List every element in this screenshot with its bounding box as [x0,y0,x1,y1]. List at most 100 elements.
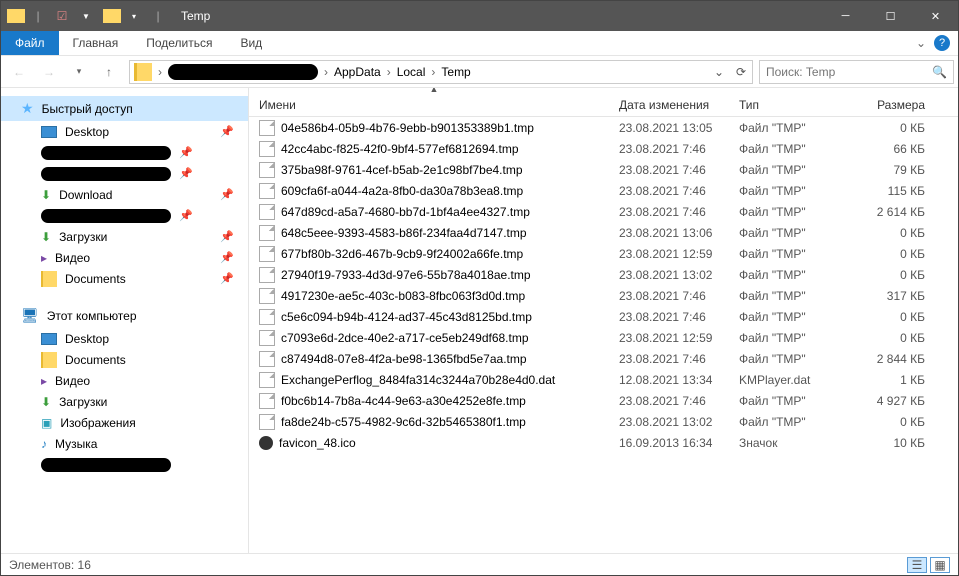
nav-item[interactable]: 📌 [1,163,248,184]
breadcrumb[interactable]: Temp [437,65,474,79]
file-row[interactable]: favicon_48.ico16.09.2013 16:34Значок10 К… [249,432,958,453]
nav-item[interactable]: ▸Видео [1,370,248,391]
close-button[interactable]: ✕ [913,1,958,31]
qat-dropdown[interactable]: ▼ [75,5,97,27]
address-dropdown-icon[interactable]: ⌄ [708,61,730,83]
home-tab[interactable]: Главная [59,31,133,55]
file-type: Значок [739,436,849,450]
nav-item[interactable]: ▣Изображения [1,412,248,433]
breadcrumb[interactable]: Local [393,65,430,79]
column-date[interactable]: Дата изменения [619,98,739,112]
ribbon-expand-icon[interactable]: ⌄ [916,36,926,50]
file-name: 648c5eee-9393-4583-b86f-234faa4d7147.tmp [281,226,527,240]
view-tab[interactable]: Вид [226,31,276,55]
quick-access-header[interactable]: ★ Быстрый доступ [1,96,248,121]
qat-separator: | [27,5,49,27]
file-row[interactable]: 4917230e-ae5c-403c-b083-8fbc063f3d0d.tmp… [249,285,958,306]
file-size: 0 КБ [849,331,939,345]
file-size: 4 927 КБ [849,394,939,408]
folder-icon[interactable] [7,9,25,23]
file-date: 23.08.2021 7:46 [619,289,739,303]
file-row[interactable]: 677bf80b-32d6-467b-9cb9-9f24002a66fe.tmp… [249,243,958,264]
file-name: 677bf80b-32d6-467b-9cb9-9f24002a66fe.tmp [281,247,523,261]
chevron-right-icon[interactable]: › [385,65,393,79]
file-row[interactable]: 375ba98f-9761-4cef-b5ab-2e1c98bf7be4.tmp… [249,159,958,180]
thumbnails-view-button[interactable]: ▦ [930,557,950,573]
chevron-right-icon[interactable]: › [429,65,437,79]
chevron-right-icon[interactable]: › [322,65,330,79]
ribbon-tabs: Файл Главная Поделиться Вид ⌄ ? [1,31,958,56]
file-type: Файл "TMP" [739,226,849,240]
pin-icon: 📌 [220,230,234,243]
nav-item[interactable]: ♪Музыка [1,433,248,454]
file-icon [259,162,275,178]
file-row[interactable]: c87494d8-07e8-4f2a-be98-1365fbd5e7aa.tmp… [249,348,958,369]
nav-item[interactable]: ⬇Download📌 [1,184,248,205]
column-size[interactable]: Размера [849,98,939,112]
file-row[interactable]: 27940f19-7933-4d3d-97e6-55b78a4018ae.tmp… [249,264,958,285]
chevron-right-icon[interactable]: › [156,65,164,79]
file-date: 23.08.2021 13:05 [619,121,739,135]
forward-button[interactable]: → [35,60,63,84]
pin-icon: 📌 [220,125,234,138]
file-row[interactable]: ExchangePerflog_8484fa314c3244a70b28e4d0… [249,369,958,390]
help-icon[interactable]: ? [934,35,950,51]
nav-item[interactable]: Documents [1,349,248,370]
nav-item[interactable] [1,454,248,475]
file-tab[interactable]: Файл [1,31,59,55]
quick-access-toolbar: | ☑ ▼ ▾ | [1,5,175,27]
nav-item[interactable]: 📌 [1,142,248,163]
file-row[interactable]: 42cc4abc-f825-42f0-9bf4-577ef6812694.tmp… [249,138,958,159]
maximize-button[interactable]: ☐ [868,1,913,31]
address-bar[interactable]: › › AppData › Local › Temp ⌄ ⟳ [129,60,753,84]
pin-icon: 📌 [179,146,193,159]
file-icon [259,288,275,304]
details-view-button[interactable]: ☰ [907,557,927,573]
back-button[interactable]: ← [5,60,33,84]
thispc-header[interactable]: 🖥 Этот компьютер [1,303,248,328]
file-name: 4917230e-ae5c-403c-b083-8fbc063f3d0d.tmp [281,289,525,303]
nav-item[interactable]: Documents📌 [1,268,248,289]
file-row[interactable]: fa8de24b-c575-4982-9c6d-32b5465380f1.tmp… [249,411,958,432]
share-tab[interactable]: Поделиться [132,31,226,55]
recent-dropdown[interactable]: ▾ [65,60,93,84]
minimize-button[interactable]: ─ [823,1,868,31]
qat-dropdown2[interactable]: ▾ [123,5,145,27]
nav-item-label: Загрузки [59,395,240,409]
file-row[interactable]: f0bc6b14-7b8a-4c44-9e63-a30e4252e8fe.tmp… [249,390,958,411]
file-row[interactable]: 04e586b4-05b9-4b76-9ebb-b901353389b1.tmp… [249,117,958,138]
search-input[interactable] [766,65,932,79]
file-row[interactable]: 648c5eee-9393-4583-b86f-234faa4d7147.tmp… [249,222,958,243]
nav-item[interactable]: ⬇Загрузки📌 [1,226,248,247]
redacted-path [168,64,318,80]
file-row[interactable]: c7093e6d-2dce-40e2-a717-ce5eb249df68.tmp… [249,327,958,348]
nav-item[interactable]: Desktop📌 [1,121,248,142]
properties-icon[interactable]: ☑ [51,5,73,27]
file-name: 04e586b4-05b9-4b76-9ebb-b901353389b1.tmp [281,121,534,135]
file-row[interactable]: 609cfa6f-a044-4a2a-8fb0-da30a78b3ea8.tmp… [249,180,958,201]
column-type[interactable]: Тип [739,98,849,112]
column-name[interactable]: Имени [249,98,619,112]
nav-item[interactable]: 📌 [1,205,248,226]
nav-item[interactable]: Desktop [1,328,248,349]
nav-item[interactable]: ▸Видео📌 [1,247,248,268]
file-type: Файл "TMP" [739,289,849,303]
file-row[interactable]: 647d89cd-a5a7-4680-bb7d-1bf4a4ee4327.tmp… [249,201,958,222]
file-date: 12.08.2021 13:34 [619,373,739,387]
music-icon: ♪ [41,437,47,451]
breadcrumb[interactable]: AppData [330,65,385,79]
file-type: Файл "TMP" [739,352,849,366]
up-button[interactable]: ↑ [95,60,123,84]
file-name: c7093e6d-2dce-40e2-a717-ce5eb249df68.tmp [281,331,529,345]
refresh-icon[interactable]: ⟳ [730,61,752,83]
folder-icon2[interactable] [103,9,121,23]
statusbar: Элементов: 16 ☰ ▦ [1,553,958,575]
file-name: c5e6c094-b94b-4124-ad37-45c43d8125bd.tmp [281,310,532,324]
search-box[interactable]: 🔍 [759,60,954,84]
file-date: 16.09.2013 16:34 [619,436,739,450]
file-row[interactable]: c5e6c094-b94b-4124-ad37-45c43d8125bd.tmp… [249,306,958,327]
nav-item[interactable]: ⬇Загрузки [1,391,248,412]
file-type: Файл "TMP" [739,142,849,156]
search-icon[interactable]: 🔍 [932,65,947,79]
file-icon [259,372,275,388]
